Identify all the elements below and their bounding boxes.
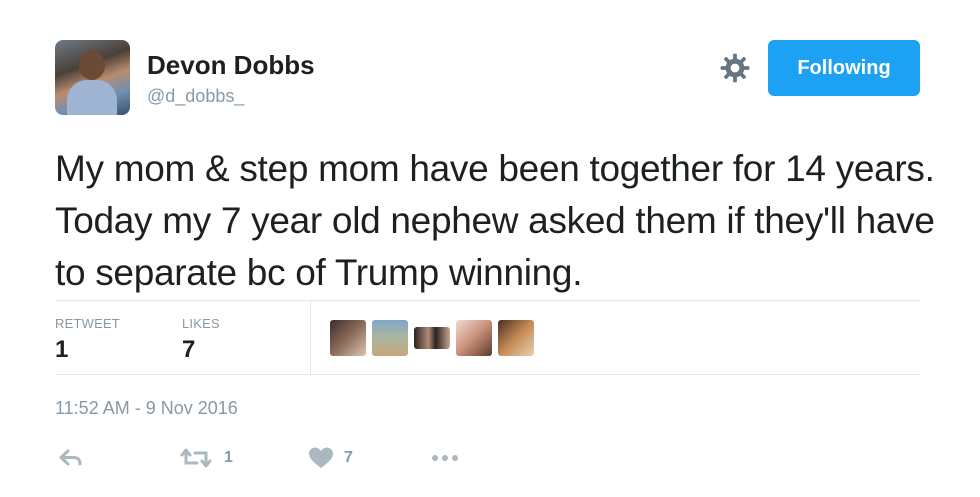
like-button[interactable]: 7	[308, 446, 353, 470]
tweet-timestamp[interactable]: 11:52 AM - 9 Nov 2016	[55, 398, 238, 419]
likes-count[interactable]: 7	[182, 336, 195, 364]
retweet-button[interactable]: 1	[178, 446, 233, 470]
tweet-text: My mom & step mom have been together for…	[55, 148, 935, 293]
stats-vertical-divider	[310, 301, 311, 374]
avatar-body	[67, 80, 117, 115]
liker-avatar[interactable]	[456, 320, 492, 356]
like-action-count: 7	[344, 449, 353, 466]
retweets-label[interactable]: RETWEET	[55, 316, 120, 331]
retweet-action-count: 1	[224, 449, 233, 466]
more-icon	[432, 455, 458, 461]
liker-avatar[interactable]	[414, 327, 450, 349]
stats-divider-top	[55, 300, 921, 301]
liker-avatar[interactable]	[372, 320, 408, 356]
liker-avatar[interactable]	[498, 320, 534, 356]
stats-divider-bottom	[55, 374, 921, 375]
reply-button[interactable]	[58, 446, 84, 470]
reply-icon	[59, 449, 82, 466]
liker-avatar[interactable]	[330, 320, 366, 356]
likes-label[interactable]: LIKES	[182, 316, 220, 331]
gear-icon[interactable]	[720, 53, 750, 83]
liker-avatars	[330, 320, 534, 356]
more-button[interactable]	[430, 446, 460, 470]
author-avatar[interactable]	[55, 40, 130, 115]
avatar-face	[79, 50, 105, 80]
author-handle[interactable]: @d_dobbs_	[147, 86, 244, 107]
retweet-icon	[180, 448, 212, 468]
following-button[interactable]: Following	[768, 40, 920, 96]
author-display-name[interactable]: Devon Dobbs	[147, 50, 315, 81]
heart-icon	[309, 447, 333, 468]
retweets-count[interactable]: 1	[55, 336, 68, 364]
